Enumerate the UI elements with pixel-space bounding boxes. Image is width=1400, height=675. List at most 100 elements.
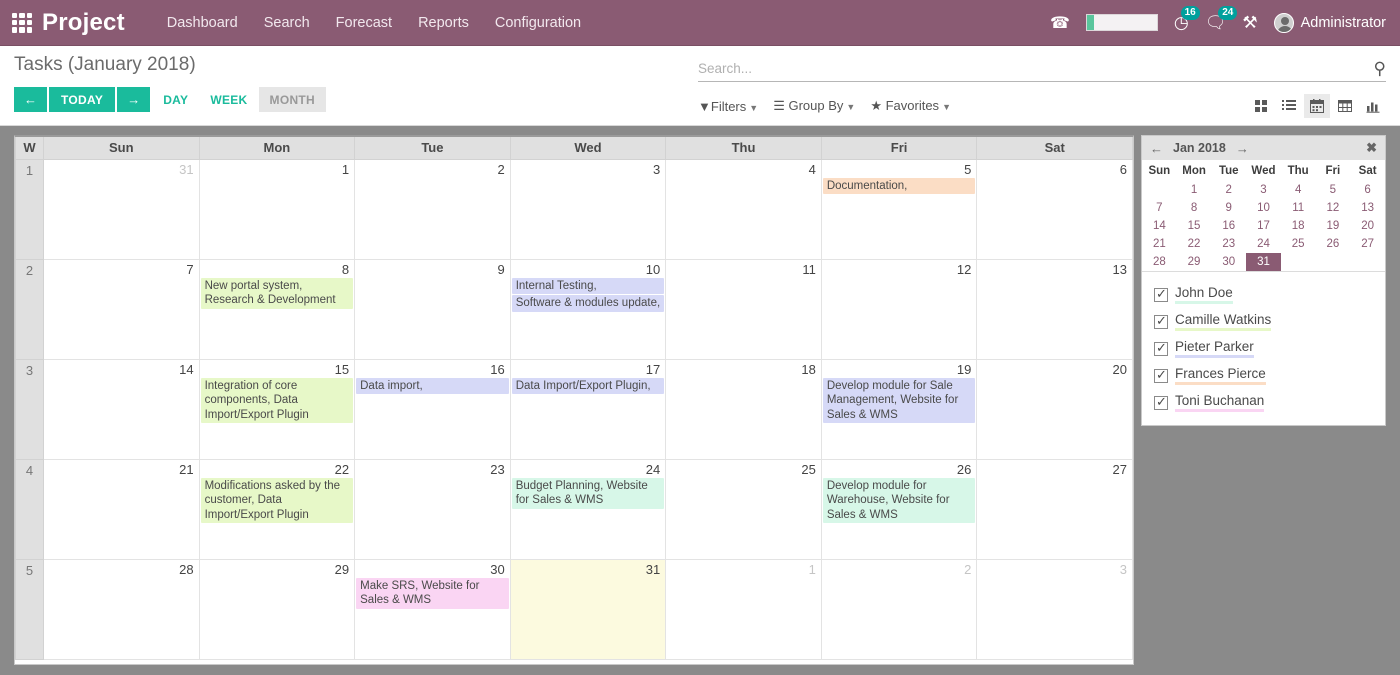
mini-calendar-day[interactable]: 7 [1142, 199, 1177, 217]
calendar-day-cell[interactable]: 28 [43, 558, 200, 660]
mini-calendar-day[interactable]: 13 [1350, 199, 1385, 217]
calendar-event[interactable]: Software & modules update, [511, 295, 665, 312]
checkbox-checked-icon[interactable] [1154, 340, 1168, 356]
mini-calendar-day[interactable]: 5 [1316, 181, 1351, 199]
user-filter-item[interactable]: John Doe [1142, 281, 1385, 308]
mini-calendar-day[interactable]: 28 [1142, 253, 1177, 271]
mini-calendar-day[interactable]: 18 [1281, 217, 1316, 235]
view-kanban-button[interactable] [1248, 94, 1274, 118]
mini-calendar-day[interactable]: 8 [1177, 199, 1212, 217]
calendar-day-cell[interactable]: 26 Develop module for Warehouse, Website … [820, 458, 978, 560]
calendar-day-cell[interactable]: 14 [43, 358, 200, 460]
calendar-event[interactable]: Modifications asked by the customer, Dat… [200, 477, 354, 523]
user-menu[interactable]: Administrator [1273, 12, 1386, 33]
calendar-day-cell[interactable]: 16 Data import, [354, 358, 511, 460]
calendar-day-cell[interactable]: 2 [354, 158, 511, 260]
filters-dropdown[interactable]: ▼Filters ▼ [698, 99, 758, 114]
user-filter-item[interactable]: Frances Pierce [1142, 362, 1385, 389]
calendar-day-cell[interactable]: 22 Modifications asked by the customer, D… [198, 458, 356, 560]
calendar-day-cell[interactable]: 2 [820, 558, 978, 660]
calendar-day-cell[interactable]: 29 [198, 558, 356, 660]
menu-item-configuration[interactable]: Configuration [495, 15, 581, 31]
mini-calendar-day[interactable]: 1 [1177, 181, 1212, 199]
calendar-day-cell[interactable]: 24 Budget Planning, Website for Sales & W… [509, 458, 667, 560]
mini-calendar-day[interactable]: 23 [1211, 235, 1246, 253]
calendar-event[interactable]: Budget Planning, Website for Sales & WMS [511, 477, 665, 509]
mini-calendar-day[interactable]: 24 [1246, 235, 1281, 253]
calendar-day-cell[interactable]: 31 [43, 158, 200, 260]
mini-calendar-day[interactable]: 12 [1316, 199, 1351, 217]
search-input[interactable] [698, 61, 1374, 76]
mini-calendar-day[interactable]: 11 [1281, 199, 1316, 217]
menu-item-dashboard[interactable]: Dashboard [167, 15, 238, 31]
calendar-day-cell[interactable]: 18 [665, 358, 822, 460]
prev-period-button[interactable]: ← [14, 87, 47, 112]
apps-grid-icon[interactable] [8, 9, 36, 37]
calendar-day-cell[interactable]: 4 [665, 158, 822, 260]
view-calendar-button[interactable] [1304, 94, 1330, 118]
mini-calendar-day[interactable]: 20 [1350, 217, 1385, 235]
calendar-day-cell[interactable]: 1 [665, 558, 822, 660]
calendar-event[interactable]: Data Import/Export Plugin, [511, 377, 665, 394]
calendar-day-cell[interactable]: 1 [198, 158, 356, 260]
mini-calendar-day[interactable]: 4 [1281, 181, 1316, 199]
phone-icon[interactable]: ☎ [1050, 13, 1070, 33]
mini-calendar-day[interactable]: 6 [1350, 181, 1385, 199]
mini-calendar-day[interactable]: 15 [1177, 217, 1212, 235]
calendar-day-cell[interactable]: 13 [976, 258, 1133, 360]
today-button[interactable]: TODAY [49, 87, 116, 112]
activity-icon[interactable]: ◷ 16 [1174, 6, 1200, 31]
user-filter-item[interactable]: Camille Watkins [1142, 308, 1385, 335]
calendar-event[interactable]: Develop module for Warehouse, Website fo… [822, 477, 976, 523]
calendar-day-cell[interactable]: 3 [976, 558, 1133, 660]
mini-calendar-day[interactable]: 25 [1281, 235, 1316, 253]
close-icon[interactable]: ✖ [1366, 140, 1377, 156]
mini-calendar-day[interactable]: 17 [1246, 217, 1281, 235]
messages-icon[interactable]: 🗨 24 [1205, 6, 1238, 31]
search-icon[interactable]: ⚲ [1374, 59, 1386, 79]
calendar-day-cell[interactable]: 12 [820, 258, 978, 360]
mini-calendar-day[interactable]: 22 [1177, 235, 1212, 253]
scale-day-button[interactable]: DAY [152, 87, 199, 112]
mini-calendar-day[interactable]: 19 [1316, 217, 1351, 235]
calendar-day-cell[interactable]: 11 [665, 258, 822, 360]
mini-calendar-day[interactable]: 16 [1211, 217, 1246, 235]
calendar-day-cell[interactable]: 27 [976, 458, 1133, 560]
mini-calendar-day[interactable]: 9 [1211, 199, 1246, 217]
calendar-event[interactable]: New portal system, Research & Developmen… [200, 277, 354, 309]
calendar-day-cell[interactable]: 10 Internal Testing, Software & modules up… [509, 258, 667, 360]
mini-calendar-day[interactable]: 30 [1211, 253, 1246, 271]
progress-bar[interactable] [1085, 14, 1158, 31]
calendar-day-cell[interactable]: 21 [43, 458, 200, 560]
user-filter-item[interactable]: Toni Buchanan [1142, 389, 1385, 416]
calendar-day-cell[interactable]: 19 Develop module for Sale Management, We… [820, 358, 978, 460]
mini-calendar-day[interactable]: 14 [1142, 217, 1177, 235]
menu-item-search[interactable]: Search [264, 15, 310, 31]
calendar-day-cell[interactable]: 20 [976, 358, 1133, 460]
scale-month-button[interactable]: MONTH [258, 87, 327, 112]
calendar-day-cell[interactable]: 7 [43, 258, 200, 360]
view-list-button[interactable] [1276, 94, 1302, 118]
arrow-left-icon[interactable]: ← [1150, 141, 1163, 156]
arrow-right-icon[interactable]: → [1236, 141, 1249, 156]
mini-calendar-day[interactable]: 10 [1246, 199, 1281, 217]
view-pivot-button[interactable] [1332, 94, 1358, 118]
mini-calendar-day[interactable]: 2 [1211, 181, 1246, 199]
favorites-dropdown[interactable]: ★ Favorites ▼ [870, 98, 951, 114]
menu-item-reports[interactable]: Reports [418, 15, 469, 31]
user-filter-item[interactable]: Pieter Parker [1142, 335, 1385, 362]
menu-item-forecast[interactable]: Forecast [336, 15, 392, 31]
calendar-day-cell[interactable]: 3 [509, 158, 667, 260]
calendar-day-cell[interactable]: 15 Integration of core components, Data I… [198, 358, 356, 460]
calendar-day-cell[interactable]: 23 [354, 458, 511, 560]
calendar-day-cell[interactable]: 17 Data Import/Export Plugin, [509, 358, 667, 460]
calendar-day-cell[interactable]: 31 [509, 558, 667, 660]
group-by-dropdown[interactable]: ☰ Group By ▼ [773, 98, 855, 114]
calendar-event[interactable]: Make SRS, Website for Sales & WMS [356, 577, 509, 609]
calendar-day-cell[interactable]: 25 [665, 458, 822, 560]
calendar-day-cell[interactable]: 8 New portal system, Research & Developme… [198, 258, 356, 360]
mini-calendar-day[interactable]: 29 [1177, 253, 1212, 271]
calendar-event[interactable]: Integration of core components, Data Imp… [200, 377, 354, 423]
calendar-event[interactable]: Documentation, [822, 177, 976, 194]
calendar-event[interactable]: Data import, [356, 377, 509, 394]
